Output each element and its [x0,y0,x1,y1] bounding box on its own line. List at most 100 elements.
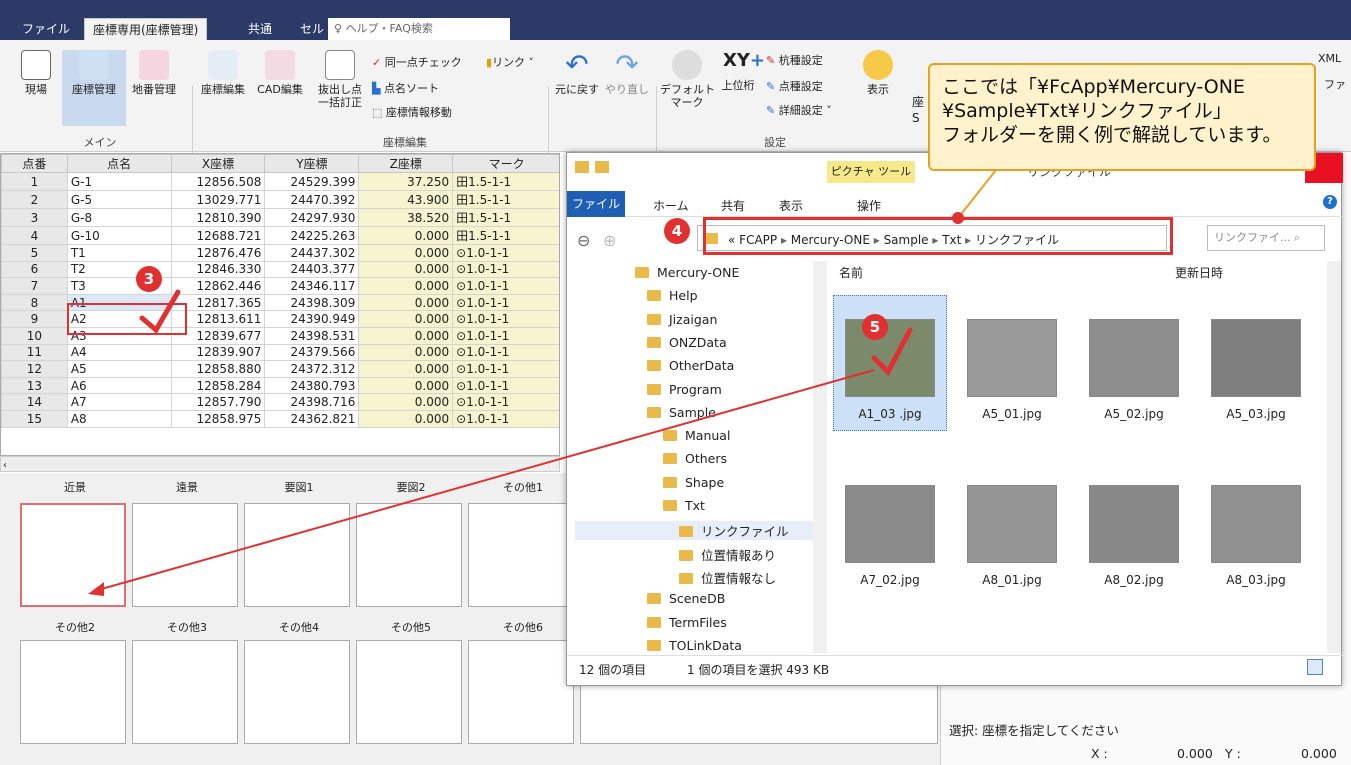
file-scrollbar[interactable] [1327,261,1341,653]
cell-y[interactable]: 24362.821 [264,409,360,428]
cell-name[interactable]: A4 [66,343,172,362]
cell-name[interactable]: A8 [66,409,172,428]
table-row[interactable]: 4 G-10 12688.721 24225.263 0.000 田1.5-1-1 [1,226,559,245]
cell-name[interactable]: G-10 [66,226,172,245]
cell-z[interactable]: 0.000 [358,293,454,312]
cell-x[interactable]: 12857.790 [170,393,266,411]
tree-folder-item[interactable]: Mercury-ONE [635,265,739,280]
table-row[interactable]: 6 T2 12846.330 24403.377 0.000 ⊙1.0-1-1 [1,260,559,279]
detail-setting[interactable]: ✎ 詳細設定 ˅ [766,102,832,118]
col-header-x[interactable]: X座標 [170,154,266,173]
cell-x[interactable]: 12876.476 [170,244,266,262]
tab-common[interactable]: 共通 [240,18,280,40]
cell-mark[interactable]: ⊙1.0-1-1 [452,360,559,378]
cell-no[interactable]: 6 [1,260,68,279]
file-name[interactable]: A5_02.jpg [1079,407,1189,421]
cell-z[interactable]: 0.000 [358,326,454,345]
photo-thumbnail[interactable] [967,485,1057,563]
tree-folder-item[interactable]: Shape [663,475,724,490]
file-name[interactable]: A5_01.jpg [957,407,1067,421]
file-name[interactable]: A7_02.jpg [835,573,945,587]
tree-scrollbar[interactable] [813,261,827,653]
cell-z[interactable]: 0.000 [358,360,454,378]
photo-thumbnail[interactable] [967,319,1057,397]
cell-mark[interactable]: 田1.5-1-1 [452,172,559,191]
cell-name[interactable]: T1 [66,244,172,262]
photo-slot[interactable] [20,503,126,607]
cell-y[interactable]: 24380.793 [264,376,360,395]
cell-z[interactable]: 0.000 [358,244,454,262]
tree-folder-item[interactable]: リンクファイル [575,521,815,541]
table-row[interactable]: 14 A7 12857.790 24398.716 0.000 ⊙1.0-1-1 [1,393,559,411]
undo-button[interactable]: ↶ 元に戻す [552,50,602,97]
cell-y[interactable]: 24225.263 [264,226,360,245]
tree-folder-item[interactable]: Others [663,451,727,466]
tree-folder-item[interactable]: Manual [663,428,730,443]
cell-z[interactable]: 38.520 [358,208,454,227]
table-row[interactable]: 5 T1 12876.476 24437.302 0.000 ⊙1.0-1-1 [1,244,559,262]
redo-button[interactable]: ↷ やり直し [602,50,652,97]
cell-mark[interactable]: 田1.5-1-1 [452,226,559,245]
tree-folder-item[interactable]: Jizaigan [647,312,717,327]
table-row[interactable]: 2 G-5 13029.771 24470.392 43.900 田1.5-1-1 [1,190,559,209]
cell-z[interactable]: 0.000 [358,310,454,328]
tree-folder-item[interactable]: ONZData [647,335,727,350]
tree-folder-item[interactable]: OtherData [647,358,734,373]
table-row[interactable]: 7 T3 12862.446 24346.117 0.000 ⊙1.0-1-1 [1,277,559,295]
cell-z[interactable]: 0.000 [358,277,454,295]
tree-folder-item[interactable]: TermFiles [647,615,727,630]
coord-info-move[interactable]: ⬚ 座標情報移動 [372,104,452,120]
photo-slot[interactable] [356,503,462,607]
cell-mark[interactable]: 田1.5-1-1 [452,190,559,209]
tree-folder-item[interactable]: Txt [663,498,705,513]
photo-slot[interactable] [468,503,574,607]
col-header-name[interactable]: 点名 [66,154,172,173]
cell-y[interactable]: 24390.949 [264,310,360,328]
forward-icon[interactable]: ⊕ [603,231,616,250]
cell-no[interactable]: 5 [1,244,68,262]
cell-name[interactable]: A7 [66,393,172,411]
cell-z[interactable]: 0.000 [358,226,454,245]
cell-y[interactable]: 24398.716 [264,393,360,411]
cad-edit-button[interactable]: CAD編集 [252,50,308,96]
col-header-z[interactable]: Z座標 [358,154,454,173]
photo-thumbnail[interactable] [1089,485,1179,563]
photo-thumbnail[interactable] [1211,319,1301,397]
cell-y[interactable]: 24372.312 [264,360,360,378]
tree-folder-item[interactable]: TOLinkData [647,638,742,653]
file-name[interactable]: A8_03.jpg [1201,573,1311,587]
cell-no[interactable]: 2 [1,190,68,209]
cell-y[interactable]: 24398.309 [264,293,360,312]
coord-management-button[interactable]: 座標管理 [62,50,126,126]
pile-type-setting[interactable]: ✎ 杭種設定 [766,52,823,68]
file-name[interactable]: A5_03.jpg [1201,407,1311,421]
link-button[interactable]: ▮リンク ˅ [486,54,534,70]
cell-no[interactable]: 9 [1,310,68,328]
cell-z[interactable]: 0.000 [358,343,454,362]
cell-y[interactable]: 24379.566 [264,343,360,362]
cell-no[interactable]: 14 [1,393,68,411]
cell-z[interactable]: 37.250 [358,172,454,191]
tree-folder-item[interactable]: 位置情報なし [679,568,776,587]
explorer-search-input[interactable]: リンクファイ... ⌕ [1207,225,1325,251]
coord-edit-button[interactable]: 座標編集 [196,50,250,96]
table-row[interactable]: 12 A5 12858.880 24372.312 0.000 ⊙1.0-1-1 [1,360,559,378]
help-icon[interactable]: ? [1323,195,1337,209]
table-row[interactable]: 11 A4 12839.907 24379.566 0.000 ⊙1.0-1-1 [1,343,559,362]
tree-folder-item[interactable]: Sample [647,405,716,420]
cell-no[interactable]: 11 [1,343,68,362]
col-date-header[interactable]: 更新日時 [1175,264,1223,281]
photo-thumbnail[interactable] [845,319,935,397]
table-row[interactable]: 1 G-1 12856.508 24529.399 37.250 田1.5-1-1 [1,172,559,191]
photo-slot[interactable] [356,640,462,744]
cell-no[interactable]: 13 [1,376,68,395]
cell-mark[interactable]: ⊙1.0-1-1 [452,326,559,345]
cell-y[interactable]: 24529.399 [264,172,360,191]
explorer-tab-share[interactable]: 共有 [721,197,745,214]
point-type-setting[interactable]: ✎ 点種設定 [766,78,823,94]
batch-correct-button[interactable]: 抜出し点 一括訂正 [312,50,368,109]
photo-slot[interactable] [468,640,574,744]
cell-x[interactable]: 12862.446 [170,277,266,295]
cell-mark[interactable]: ⊙1.0-1-1 [452,310,559,328]
explorer-tab-home[interactable]: ホーム [653,197,689,214]
